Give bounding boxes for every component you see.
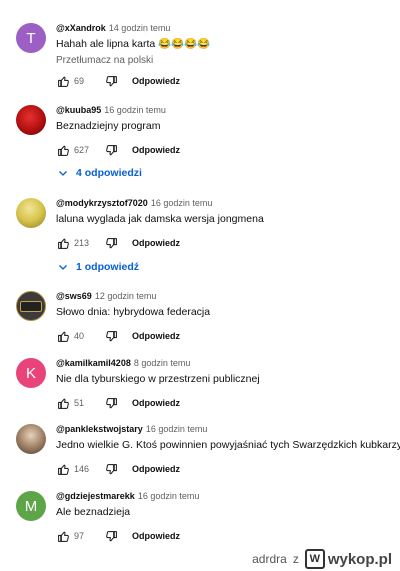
like-count: 51 [74, 398, 85, 408]
comment-author[interactable]: @kuuba95 [56, 105, 101, 115]
thumbs-down-icon[interactable] [104, 329, 118, 343]
translate-link[interactable]: Przetłumacz na polski [56, 55, 392, 66]
comment-author[interactable]: @sws69 [56, 291, 92, 301]
comment-text: Nie dla tyburskiego w przestrzeni public… [56, 373, 260, 385]
thumbs-up-icon[interactable] [56, 329, 70, 343]
watermark-separator: z [292, 552, 299, 566]
reply-button[interactable]: Odpowiedz [132, 398, 180, 408]
reply-button[interactable]: Odpowiedz [132, 531, 180, 541]
comment-time[interactable]: 8 godzin temu [134, 358, 191, 368]
thumbs-down-icon[interactable] [104, 143, 118, 157]
comment-time[interactable]: 14 godzin temu [109, 23, 171, 33]
avatar[interactable]: K [16, 358, 46, 388]
thumbs-up-icon[interactable] [56, 143, 70, 157]
reply-button[interactable]: Odpowiedz [132, 145, 180, 155]
comment-time[interactable]: 12 godzin temu [95, 291, 157, 301]
replies-count: 4 odpowiedzi [76, 167, 142, 179]
avatar-letter: K [25, 364, 36, 382]
show-replies-button[interactable]: 1 odpowiedź [56, 260, 139, 274]
reply-button[interactable]: Odpowiedz [132, 238, 180, 248]
comment-author[interactable]: @gdziejestmarekk [56, 491, 135, 501]
avatar[interactable]: T [16, 23, 46, 53]
thumbs-up-icon[interactable] [56, 74, 70, 88]
like-count: 40 [74, 331, 85, 341]
comment-text: Hahah ale lipna karta 😂😂😂😂 [56, 38, 211, 50]
like-count: 627 [74, 145, 90, 155]
avatar[interactable] [16, 105, 46, 135]
like-count: 97 [74, 531, 85, 541]
avatar-badge [20, 300, 42, 312]
thumbs-down-icon[interactable] [104, 74, 118, 88]
comment-author[interactable]: @modykrzysztof7020 [56, 198, 148, 208]
avatar[interactable] [16, 424, 46, 454]
like-count: 146 [74, 464, 90, 474]
comment-time[interactable]: 16 godzin temu [104, 105, 166, 115]
thumbs-down-icon[interactable] [104, 462, 118, 476]
chevron-down-icon [56, 166, 70, 180]
comment-author[interactable]: @xXandrok [56, 23, 106, 33]
replies-count: 1 odpowiedź [76, 261, 139, 273]
wykop-logo-icon: W [304, 549, 325, 569]
avatar[interactable]: M [16, 491, 46, 521]
thumbs-up-icon[interactable] [56, 236, 70, 250]
comment-time[interactable]: 16 godzin temu [146, 424, 208, 434]
wykop-watermark: adrdra z W wykop.pl [252, 549, 392, 569]
comment-author[interactable]: @kamilkamil4208 [56, 358, 131, 368]
comment-text: Beznadziejny program [56, 120, 161, 132]
thumbs-down-icon[interactable] [104, 529, 118, 543]
thumbs-up-icon[interactable] [56, 529, 70, 543]
avatar-letter: M [24, 497, 38, 515]
comment-text: Jedno wielkie G. Ktoś powinnien powyjaśn… [56, 439, 400, 451]
comment-time[interactable]: 16 godzin temu [151, 198, 213, 208]
thumbs-up-icon[interactable] [56, 396, 70, 410]
watermark-site: wykop.pl [327, 550, 392, 568]
wykop-logo: W wykop.pl [304, 549, 392, 569]
comment-text: laluna wyglada jak damska wersja jongmen… [56, 213, 264, 225]
like-count: 213 [74, 238, 90, 248]
thumbs-down-icon[interactable] [104, 236, 118, 250]
avatar[interactable] [16, 198, 46, 228]
reply-button[interactable]: Odpowiedz [132, 331, 180, 341]
thumbs-up-icon[interactable] [56, 462, 70, 476]
reply-button[interactable]: Odpowiedz [132, 464, 180, 474]
comment-text: Ale beznadzieja [56, 506, 131, 518]
comment-time[interactable]: 16 godzin temu [138, 491, 200, 501]
watermark-user: adrdra [252, 552, 287, 566]
avatar[interactable] [16, 291, 46, 321]
comment-author[interactable]: @panklekstwojstary [56, 424, 143, 434]
chevron-down-icon [56, 260, 70, 274]
show-replies-button[interactable]: 4 odpowiedzi [56, 166, 142, 180]
like-count: 69 [74, 76, 85, 86]
reply-button[interactable]: Odpowiedz [132, 76, 180, 86]
thumbs-down-icon[interactable] [104, 396, 118, 410]
comment-text: Słowo dnia: hybrydowa federacja [56, 306, 211, 318]
avatar-letter: T [26, 29, 36, 47]
